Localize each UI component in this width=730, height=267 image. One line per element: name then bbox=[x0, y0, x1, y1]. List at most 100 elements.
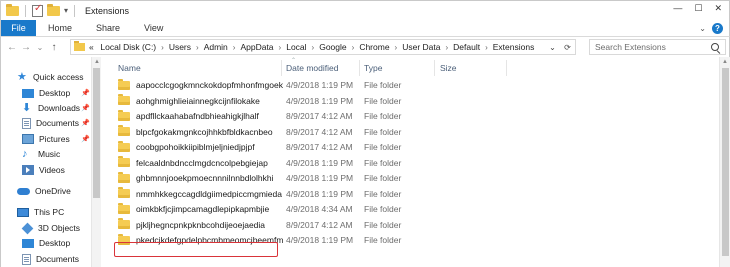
column-divider[interactable] bbox=[434, 60, 435, 76]
recent-locations-chevron-icon[interactable]: ⌄ bbox=[33, 43, 47, 52]
breadcrumb-admin[interactable]: Admin bbox=[204, 42, 228, 52]
minimize-icon[interactable]: — bbox=[673, 3, 682, 14]
scrollbar-thumb[interactable] bbox=[93, 68, 100, 198]
table-row[interactable]: aohghmighlieiainnegkcijnfilokake 4/9/2018… bbox=[113, 94, 533, 108]
column-header-type[interactable]: Type bbox=[364, 60, 382, 76]
table-row[interactable]: blpcfgokakmgnkcojhhkbfbldkacnbeo 8/9/2017… bbox=[113, 125, 533, 139]
nav-onedrive[interactable]: OneDrive bbox=[17, 184, 89, 198]
help-icon[interactable]: ? bbox=[712, 23, 723, 34]
documents-icon bbox=[22, 117, 31, 129]
nav-quick-access-label: Quick access bbox=[33, 72, 84, 82]
breadcrumb-local-disk[interactable]: Local Disk (C:) bbox=[100, 42, 156, 52]
back-arrow-icon[interactable]: ← bbox=[5, 42, 19, 53]
nav-item-pictures[interactable]: Pictures 📌 bbox=[22, 132, 90, 146]
folder-icon bbox=[118, 156, 130, 167]
scrollbar-thumb[interactable] bbox=[722, 68, 729, 256]
nav-item-label: Videos bbox=[39, 165, 65, 175]
scroll-up-arrow-icon[interactable]: ▲ bbox=[720, 57, 730, 67]
breadcrumb-users[interactable]: Users bbox=[169, 42, 191, 52]
star-icon: ★ bbox=[17, 70, 27, 83]
close-icon[interactable]: ✕ bbox=[714, 3, 722, 14]
nav-item-desktop[interactable]: Desktop 📌 bbox=[22, 86, 90, 100]
type-cell: File folder bbox=[364, 142, 402, 152]
tab-view[interactable]: View bbox=[132, 20, 175, 36]
up-arrow-icon[interactable]: ↑ bbox=[47, 42, 61, 53]
table-row[interactable]: nmmhkkegccagdldgiimedpiccmgmieda 4/9/2018… bbox=[113, 187, 533, 201]
breadcrumb-appdata[interactable]: AppData bbox=[240, 42, 273, 52]
column-header-size[interactable]: Size bbox=[440, 60, 457, 76]
breadcrumb-extensions[interactable]: Extensions bbox=[493, 42, 535, 52]
breadcrumb-separator: › bbox=[278, 42, 282, 52]
tab-share[interactable]: Share bbox=[84, 20, 132, 36]
search-box[interactable] bbox=[589, 39, 726, 55]
pin-icon: 📌 bbox=[81, 90, 90, 97]
breadcrumb-user-data[interactable]: User Data bbox=[402, 42, 440, 52]
address-bar[interactable]: « › Local Disk (C:) › Users › Admin › Ap… bbox=[70, 39, 576, 55]
column-divider[interactable] bbox=[281, 60, 282, 76]
column-header-date-modified[interactable]: Date modified bbox=[286, 60, 338, 76]
file-name-cell[interactable]: apdfllckaahabafndbhieahigkjlhalf bbox=[118, 109, 259, 121]
nav-item-desktop-pc[interactable]: Desktop bbox=[22, 236, 90, 250]
navigation-pane-scrollbar[interactable]: ▲ bbox=[91, 57, 101, 267]
date-modified-cell: 8/9/2017 4:12 AM bbox=[286, 142, 353, 152]
file-name-label: ghbmnnjooekpmoecnnnilnnbdlolhkhi bbox=[136, 173, 274, 183]
folder-icon bbox=[118, 187, 130, 198]
nav-item-downloads[interactable]: ⬇ Downloads 📌 bbox=[22, 101, 90, 115]
table-row[interactable]: aapocclcgogkmnckokdopfmhonfmgoek 4/9/2018… bbox=[113, 78, 533, 92]
new-folder-icon[interactable] bbox=[47, 3, 60, 16]
table-row[interactable]: oimkbkfjcjimpcamagdlepipkapmbjie 4/9/2018… bbox=[113, 202, 533, 216]
nav-item-music[interactable]: ♪ Music bbox=[22, 147, 90, 161]
file-name-cell[interactable]: aapocclcgogkmnckokdopfmhonfmgoek bbox=[118, 78, 283, 90]
customize-toolbar-chevron-icon[interactable]: ▾ bbox=[64, 6, 68, 15]
forward-arrow-icon[interactable]: → bbox=[19, 42, 33, 53]
column-header-name[interactable]: Name bbox=[118, 60, 141, 76]
nav-item-documents-pc[interactable]: Documents bbox=[22, 252, 90, 266]
search-input[interactable] bbox=[595, 42, 705, 52]
breadcrumb-local[interactable]: Local bbox=[286, 42, 306, 52]
table-row[interactable]: pjkljhegncpnkpknbcohdijeoejaedia 8/9/2017… bbox=[113, 218, 533, 232]
table-row[interactable]: ghbmnnjooekpmoecnnnilnnbdlolhkhi 4/9/2018… bbox=[113, 171, 533, 185]
breadcrumb-separator: › bbox=[161, 42, 164, 52]
column-divider[interactable] bbox=[359, 60, 360, 76]
file-name-cell[interactable]: aohghmighlieiainnegkcijnfilokake bbox=[118, 94, 260, 106]
folder-icon[interactable] bbox=[6, 3, 19, 16]
address-bar-controls: ⌄ ⟳ bbox=[545, 40, 575, 54]
expand-ribbon-chevron-icon[interactable]: ⌄ bbox=[699, 24, 706, 33]
quick-access-toolbar: ▾ bbox=[1, 3, 77, 17]
file-name-cell[interactable]: blpcfgokakmgnkcojhhkbfbldkacnbeo bbox=[118, 125, 273, 137]
nav-this-pc[interactable]: This PC bbox=[17, 205, 89, 219]
nav-quick-access[interactable]: ★ Quick access bbox=[17, 70, 89, 84]
column-divider[interactable] bbox=[506, 60, 507, 76]
date-modified-cell: 4/9/2018 1:19 PM bbox=[286, 188, 354, 199]
file-name-cell[interactable]: ghbmnnjooekpmoecnnnilnnbdlolhkhi bbox=[118, 171, 274, 183]
search-icon[interactable] bbox=[711, 43, 719, 51]
folder-icon bbox=[118, 125, 130, 136]
properties-check-icon[interactable] bbox=[32, 3, 43, 17]
pin-icon: 📌 bbox=[81, 120, 90, 127]
nav-item-3d-objects[interactable]: 3D Objects bbox=[21, 221, 90, 235]
file-list-scrollbar[interactable]: ▲ bbox=[719, 57, 730, 267]
file-name-cell[interactable]: nmmhkkegccagdldgiimedpiccmgmieda bbox=[118, 187, 282, 199]
nav-item-documents[interactable]: Documents 📌 bbox=[22, 116, 90, 130]
file-name-cell[interactable]: coobgpohoikkiipiblmjeljniedjpjpf bbox=[118, 140, 255, 152]
maximize-icon[interactable]: ☐ bbox=[694, 3, 702, 14]
file-name-cell[interactable]: felcaaldnbdncclmgdcncolpebgiejap bbox=[118, 156, 268, 168]
refresh-icon[interactable]: ⟳ bbox=[564, 43, 571, 52]
table-row[interactable]: apdfllckaahabafndbhieahigkjlhalf 8/9/2017… bbox=[113, 109, 533, 123]
breadcrumb-google[interactable]: Google bbox=[319, 42, 346, 52]
music-icon: ♪ bbox=[22, 147, 28, 160]
file-name-cell[interactable]: oimkbkfjcjimpcamagdlepipkapmbjie bbox=[118, 202, 269, 214]
address-overflow[interactable]: « bbox=[89, 42, 94, 52]
breadcrumb-chrome[interactable]: Chrome bbox=[359, 42, 389, 52]
nav-item-videos[interactable]: Videos bbox=[22, 163, 90, 177]
navigation-pane: ★ Quick access Desktop 📌 ⬇ Downloads 📌 D… bbox=[1, 57, 101, 267]
file-name-label: nmmhkkegccagdldgiimedpiccmgmieda bbox=[136, 188, 282, 199]
breadcrumb-default[interactable]: Default bbox=[453, 42, 480, 52]
type-cell: File folder bbox=[364, 157, 402, 168]
address-dropdown-chevron-icon[interactable]: ⌄ bbox=[549, 43, 556, 52]
tab-file[interactable]: File bbox=[1, 20, 36, 36]
table-row[interactable]: felcaaldnbdncclmgdcncolpebgiejap 4/9/2018… bbox=[113, 156, 533, 170]
file-name-cell[interactable]: pjkljhegncpnkpknbcohdijeoejaedia bbox=[118, 218, 265, 230]
tab-home[interactable]: Home bbox=[36, 20, 84, 36]
table-row[interactable]: coobgpohoikkiipiblmjeljniedjpjpf 8/9/2017… bbox=[113, 140, 533, 154]
